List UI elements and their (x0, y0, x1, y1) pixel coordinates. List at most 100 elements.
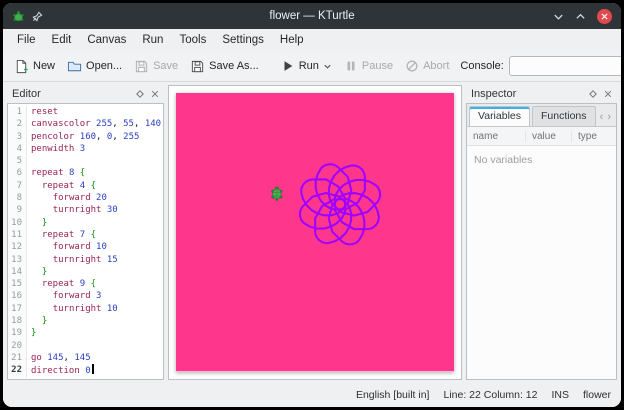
run-button-label: Run (299, 60, 319, 72)
console-group: Console: (460, 56, 621, 76)
line-number: 21 (8, 352, 27, 364)
minimize-button[interactable] (553, 11, 564, 22)
pause-button[interactable]: Pause (339, 57, 398, 75)
close-button[interactable] (597, 9, 612, 24)
save-button-label: Save (153, 60, 178, 72)
menu-tools[interactable]: Tools (171, 32, 214, 48)
menu-settings[interactable]: Settings (214, 32, 272, 48)
maximize-button[interactable] (575, 11, 586, 22)
code-line[interactable]: 19} (8, 327, 163, 339)
code-text: forward 10 (27, 241, 107, 253)
code-line[interactable]: 4penwidth 3 (8, 143, 163, 155)
run-play-icon (281, 59, 295, 73)
canvas-view[interactable] (168, 85, 462, 380)
code-line[interactable]: 20 (8, 340, 163, 352)
line-number: 10 (8, 217, 27, 229)
code-line[interactable]: 16 forward 3 (8, 290, 163, 302)
line-number: 14 (8, 266, 27, 278)
line-number: 9 (8, 204, 27, 216)
code-lines: 1reset2canvascolor 255, 55, 1403pencolor… (8, 106, 163, 378)
line-number: 19 (8, 327, 27, 339)
line-number: 12 (8, 241, 27, 253)
tab-scroll-arrows: ‹› (600, 112, 613, 126)
code-line[interactable]: 15 repeat 9 { (8, 278, 163, 290)
pause-button-label: Pause (362, 60, 393, 72)
open-button[interactable]: Open... (62, 57, 127, 76)
code-text: repeat 8 { (27, 167, 85, 179)
code-text: forward 3 (27, 290, 101, 302)
tab-variables[interactable]: Variables (469, 106, 530, 126)
code-text: canvascolor 255, 55, 140 (27, 118, 161, 130)
abort-button[interactable]: Abort (400, 57, 454, 75)
code-text: go 145, 145 (27, 352, 91, 364)
inspector-float-icon[interactable] (585, 90, 600, 98)
tab-scroll-right-icon[interactable]: › (607, 112, 611, 122)
menubar: File Edit Canvas Run Tools Settings Help (3, 29, 621, 51)
code-text: repeat 7 { (27, 229, 96, 241)
code-line[interactable]: 12 forward 10 (8, 241, 163, 253)
line-number: 22 (8, 364, 27, 377)
inspector-close-icon[interactable] (600, 90, 615, 98)
titlebar[interactable]: flower — KTurtle (3, 3, 621, 29)
menu-edit[interactable]: Edit (44, 32, 80, 48)
code-text: penwidth 3 (27, 143, 85, 155)
save-button[interactable]: Save (129, 57, 183, 76)
line-number: 13 (8, 254, 27, 266)
save-as-button[interactable]: Save As... (185, 57, 264, 76)
menu-run[interactable]: Run (134, 32, 171, 48)
column-header-type: type (571, 131, 616, 142)
menu-file[interactable]: File (9, 32, 44, 48)
code-text: } (27, 217, 47, 229)
new-document-icon (14, 59, 29, 74)
window-title: flower — KTurtle (269, 10, 354, 22)
code-line[interactable]: 3pencolor 160, 0, 255 (8, 131, 163, 143)
code-line[interactable]: 7 repeat 4 { (8, 180, 163, 192)
code-line[interactable]: 1reset (8, 106, 163, 118)
new-button[interactable]: New (9, 57, 60, 76)
code-line[interactable]: 5 (8, 155, 163, 167)
console-input[interactable] (509, 56, 621, 76)
status-language: English [built in] (356, 389, 430, 401)
line-number: 16 (8, 290, 27, 302)
editor-close-icon[interactable] (147, 90, 162, 98)
code-line[interactable]: 8 forward 20 (8, 192, 163, 204)
code-line[interactable]: 17 turnright 10 (8, 303, 163, 315)
inspector-dock-header[interactable]: Inspector (466, 85, 617, 103)
code-line[interactable]: 11 repeat 7 { (8, 229, 163, 241)
menu-canvas[interactable]: Canvas (79, 32, 134, 48)
code-line[interactable]: 14 } (8, 266, 163, 278)
main-content: Editor 1reset2canvascolor 255, 55, 1403p… (3, 82, 621, 383)
code-line[interactable]: 2canvascolor 255, 55, 140 (8, 118, 163, 130)
code-line[interactable]: 13 turnright 15 (8, 254, 163, 266)
code-text: turnright 30 (27, 204, 118, 216)
titlebar-right (355, 9, 612, 24)
turtle-canvas (176, 93, 454, 371)
code-line[interactable]: 22direction 0 (8, 364, 163, 377)
code-text: repeat 9 { (27, 278, 96, 290)
editor-dock-header[interactable]: Editor (7, 85, 164, 103)
code-line[interactable]: 10 } (8, 217, 163, 229)
code-line[interactable]: 6repeat 8 { (8, 167, 163, 179)
editor-float-icon[interactable] (132, 90, 147, 98)
run-button[interactable]: Run (276, 57, 337, 75)
code-line[interactable]: 21go 145, 145 (8, 352, 163, 364)
titlebar-left (12, 10, 269, 23)
editor-dock-title: Editor (12, 88, 41, 100)
line-number: 11 (8, 229, 27, 241)
abort-button-label: Abort (423, 60, 449, 72)
code-editor[interactable]: 1reset2canvascolor 255, 55, 1403pencolor… (7, 103, 164, 380)
code-text: turnright 10 (27, 303, 118, 315)
menu-help[interactable]: Help (272, 32, 312, 48)
code-line[interactable]: 9 turnright 30 (8, 204, 163, 216)
pin-icon[interactable] (32, 11, 43, 22)
tab-functions[interactable]: Functions (532, 106, 596, 126)
tab-scroll-left-icon[interactable]: ‹ (600, 112, 604, 122)
code-text: forward 20 (27, 192, 107, 204)
code-line[interactable]: 18 } (8, 315, 163, 327)
run-dropdown-arrow-icon[interactable] (323, 62, 332, 71)
line-number: 4 (8, 143, 27, 155)
line-number: 6 (8, 167, 27, 179)
line-number: 1 (8, 106, 27, 118)
open-button-label: Open... (86, 60, 122, 72)
abort-icon (405, 59, 419, 73)
